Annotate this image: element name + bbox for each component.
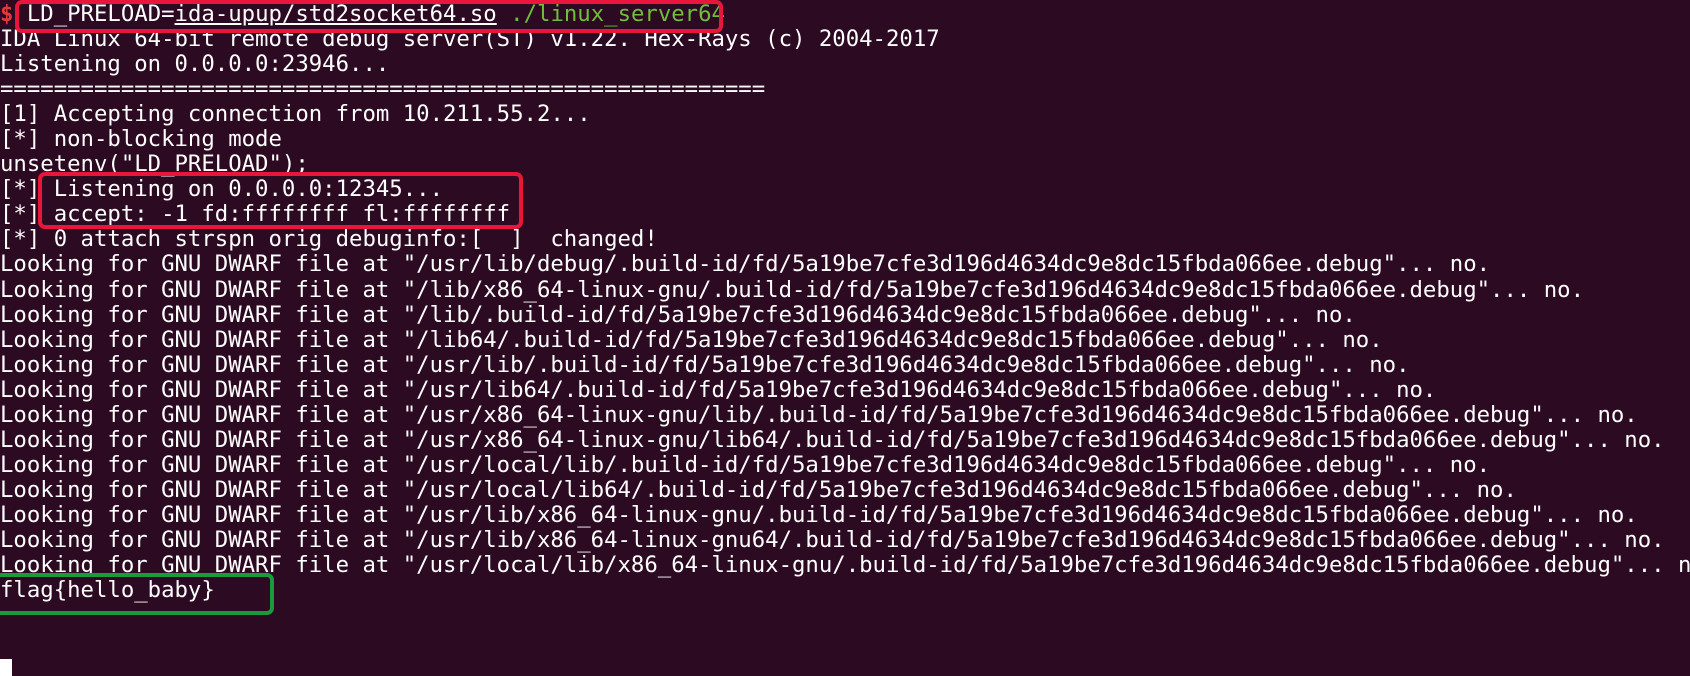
output-line: [*] non-blocking mode — [0, 126, 282, 153]
output-line: Looking for GNU DWARF file at "/usr/loca… — [0, 451, 1491, 478]
output-line: Looking for GNU DWARF file at "/usr/x86_… — [0, 426, 1665, 453]
output-line: Looking for GNU DWARF file at "/usr/loca… — [0, 476, 1517, 503]
output-line: Looking for GNU DWARF file at "/usr/lib/… — [0, 351, 1410, 378]
output-line: Looking for GNU DWARF file at "/usr/lib/… — [0, 501, 1638, 528]
output-line: Looking for GNU DWARF file at "/usr/lib/… — [0, 527, 1665, 553]
output-line: Looking for GNU DWARF file at "/usr/lib/… — [0, 251, 1491, 278]
output-line: Looking for GNU DWARF file at "/lib/.bui… — [0, 301, 1356, 328]
output-line: Looking for GNU DWARF file at "/lib64/.b… — [0, 326, 1383, 353]
output-line: Looking for GNU DWARF file at "/usr/x86_… — [0, 401, 1638, 428]
output-line: [1] Accepting connection from 10.211.55.… — [0, 101, 591, 128]
highlight-box-listener — [38, 172, 523, 229]
terminal-cursor — [0, 659, 12, 676]
output-line: [*] 0 attach strspn orig debuginfo:[ ] c… — [0, 226, 658, 253]
output-line: Looking for GNU DWARF file at "/lib/x86_… — [0, 276, 1585, 303]
output-line: ========================================… — [0, 76, 766, 103]
terminal-window[interactable]: $ LD_PRELOAD=ida-upup/std2socket64.so ./… — [0, 0, 1690, 676]
output-line: Looking for GNU DWARF file at "/usr/lib6… — [0, 376, 1437, 403]
highlight-box-flag — [0, 573, 274, 615]
prompt-symbol: $ — [0, 1, 14, 27]
output-line: Listening on 0.0.0.0:23946... — [0, 51, 390, 78]
highlight-box-command — [15, 0, 723, 33]
